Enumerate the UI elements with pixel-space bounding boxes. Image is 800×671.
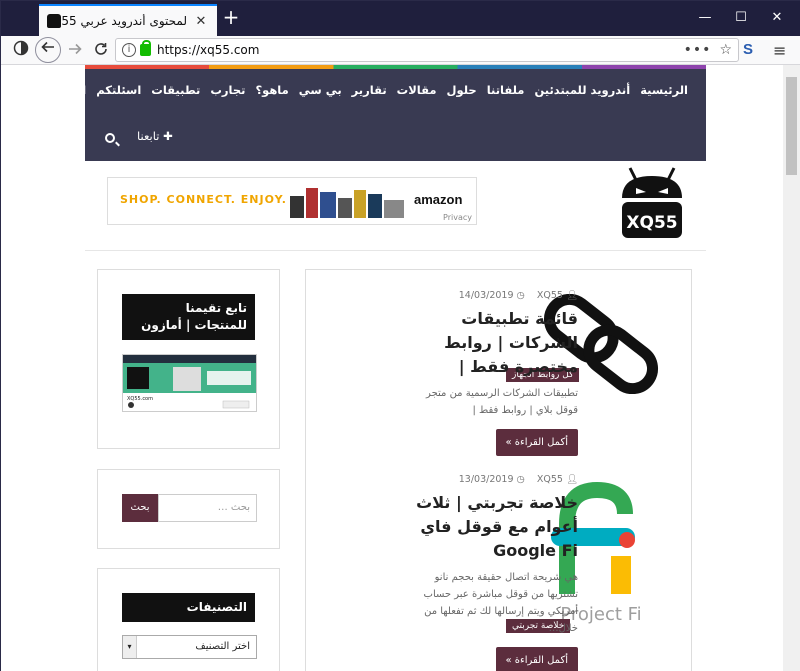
menu-item[interactable]: حلول xyxy=(447,83,477,97)
menu-item[interactable]: الرئيسية xyxy=(640,83,688,97)
search-input[interactable]: بحث … xyxy=(158,494,257,522)
author-name: XQ55 xyxy=(536,290,563,301)
search-icon[interactable] xyxy=(105,133,115,143)
new-tab-button[interactable]: + xyxy=(221,7,241,28)
tab-bar: لمحتوى أندرويد عربي XQ55 ✕ + — ☐ ✕ xyxy=(1,1,800,36)
user-icon: 👤︎ xyxy=(565,290,578,301)
menu-item[interactable]: اسئلتكم xyxy=(96,83,141,97)
amazon-profile-image: XQ55.com xyxy=(123,355,256,409)
info-icon[interactable]: i xyxy=(122,43,136,57)
post-body: 👤︎ XQ55 ◷ 14/03/2019 قائمة تطبيقات الشرك… xyxy=(402,290,578,456)
menu-item[interactable]: مقالات xyxy=(397,83,437,97)
read-more-button[interactable]: أكمل القراءة » xyxy=(495,647,578,671)
ad-products-image xyxy=(290,188,404,218)
extension-s-icon[interactable]: S xyxy=(743,41,753,58)
post-body: 👤︎ XQ55 ◷ 13/03/2019 خلاصة تجربتي | ثلاث… xyxy=(402,474,578,671)
window-close-button[interactable]: ✕ xyxy=(767,9,787,27)
categories-widget: التصنيفات ▾ اختر التصنيف xyxy=(97,568,280,671)
read-more-button[interactable]: أكمل القراءة » xyxy=(495,429,578,456)
page-scrollbar[interactable] xyxy=(783,65,800,671)
hamburger-menu-icon[interactable]: ≡ xyxy=(773,41,786,60)
post-date: ◷ 13/03/2019 xyxy=(459,474,525,485)
menu-item[interactable]: نحن xyxy=(23,83,46,97)
site-logo[interactable]: XQ55 xyxy=(616,164,688,242)
widget-title: تابع تقيمنا للمنتجات | أمازون xyxy=(122,294,255,340)
chevron-down-icon: ▾ xyxy=(123,636,137,658)
tracking-icon[interactable] xyxy=(9,39,33,63)
browser-tab[interactable]: لمحتوى أندرويد عربي XQ55 ✕ xyxy=(39,4,217,36)
posts-column: كل روابط الجهاز 👤︎ XQ55 ◷ 14/03/2019 قائ… xyxy=(305,269,692,671)
browser-toolbar: i https://xq55.com ••• ☆ S ≡ xyxy=(1,36,800,65)
amazon-thumb-caption: XQ55.com xyxy=(127,396,153,402)
post-meta: 👤︎ XQ55 ◷ 13/03/2019 xyxy=(402,474,578,485)
amazon-profile-thumbnail[interactable]: XQ55.com xyxy=(122,354,257,412)
plus-icon: ✚ xyxy=(163,129,173,143)
menu-item[interactable]: تطبيقات xyxy=(151,83,200,97)
ad-tagline: SHOP. CONNECT. ENJOY. xyxy=(120,193,287,206)
android-favicon-icon xyxy=(47,14,61,28)
author-name: XQ55 xyxy=(536,474,563,485)
menu-item[interactable]: اتصل xyxy=(56,83,86,97)
amazon-ad-banner[interactable]: SHOP. CONNECT. ENJOY. amazon Privacy xyxy=(107,177,477,225)
url-bar[interactable]: i https://xq55.com ••• ☆ xyxy=(115,38,739,62)
amazon-widget: تابع تقيمنا للمنتجات | أمازون XQ55.com xyxy=(97,269,280,449)
categories-select[interactable]: ▾ اختر التصنيف xyxy=(122,635,257,659)
scrollbar-thumb[interactable] xyxy=(786,77,797,175)
search-button[interactable]: بحث xyxy=(122,494,158,522)
search-widget: بحث بحث … xyxy=(97,469,280,549)
post-author[interactable]: 👤︎ XQ55 xyxy=(537,290,578,301)
reload-button[interactable] xyxy=(89,39,113,63)
bookmark-star-icon[interactable]: ☆ xyxy=(719,42,732,58)
post-date: ◷ 14/03/2019 xyxy=(459,290,525,301)
clock-icon: ◷ xyxy=(516,474,525,485)
ad-privacy-link[interactable]: Privacy xyxy=(443,213,472,222)
post-card: Project Fi خلاصة تجربتي 👤︎ XQ55 ◷ 13/03/… xyxy=(306,474,693,671)
menu-item[interactable]: أندرويد للمبتدئين xyxy=(534,83,630,97)
site-navigation: الرئيسية أندرويد للمبتدئين ملفاتنا حلول مقال… xyxy=(23,69,706,161)
date-text: 13/03/2019 xyxy=(458,474,514,485)
url-text[interactable]: https://xq55.com xyxy=(157,43,684,57)
forward-button[interactable] xyxy=(63,39,87,63)
minimize-button[interactable]: — xyxy=(695,9,715,27)
back-button[interactable] xyxy=(35,37,61,63)
browser-window: لمحتوى أندرويد عربي XQ55 ✕ + — ☐ ✕ i htt… xyxy=(0,0,800,671)
select-value: اختر التصنيف xyxy=(195,641,250,652)
post-author[interactable]: 👤︎ XQ55 xyxy=(537,474,578,485)
follow-label: تابعنا xyxy=(137,129,160,143)
user-icon: 👤︎ xyxy=(565,474,578,485)
logo-text: XQ55 xyxy=(626,213,677,233)
post-card: كل روابط الجهاز 👤︎ XQ55 ◷ 14/03/2019 قائ… xyxy=(306,290,693,480)
lock-icon xyxy=(140,40,151,56)
post-excerpt: تطبيقات الشركات الرسمية من متجر قوقل بلا… xyxy=(426,388,578,416)
search-form: بحث بحث … xyxy=(122,494,257,522)
clock-icon: ◷ xyxy=(516,290,525,301)
menu-item[interactable]: ماهو؟ xyxy=(255,83,288,97)
menu-item[interactable]: بي سي xyxy=(299,83,342,97)
post-excerpt: هي شريحة اتصال حقيقة بحجم نانو تشتريها م… xyxy=(423,572,578,634)
main-menu: الرئيسية أندرويد للمبتدئين ملفاتنا حلول مقال… xyxy=(23,83,688,97)
amazon-logo: amazon xyxy=(414,192,463,207)
menu-item[interactable]: ملفاتنا xyxy=(487,83,525,97)
post-title[interactable]: قائمة تطبيقات الشركات | روابط مختصرة فقط… xyxy=(402,307,578,379)
tab-close-icon[interactable]: ✕ xyxy=(193,14,209,29)
follow-us-link[interactable]: ✚ تابعنا xyxy=(137,129,173,143)
widget-title: التصنيفات xyxy=(122,593,255,622)
post-title[interactable]: خلاصة تجربتي | ثلاث أعوام مع قوقل فاي Go… xyxy=(402,491,578,563)
page-viewport: الرئيسية أندرويد للمبتدئين ملفاتنا حلول مقال… xyxy=(1,65,783,671)
page-actions-icon[interactable]: ••• xyxy=(684,42,712,58)
date-text: 14/03/2019 xyxy=(458,290,514,301)
menu-item[interactable]: تجارب xyxy=(210,83,245,97)
site-header: SHOP. CONNECT. ENJOY. amazon Privacy XQ5… xyxy=(85,161,706,251)
maximize-button[interactable]: ☐ xyxy=(731,9,751,27)
tab-title: لمحتوى أندرويد عربي XQ55 xyxy=(61,14,187,28)
post-meta: 👤︎ XQ55 ◷ 14/03/2019 xyxy=(402,290,578,301)
menu-item[interactable]: تقارير xyxy=(352,83,387,97)
